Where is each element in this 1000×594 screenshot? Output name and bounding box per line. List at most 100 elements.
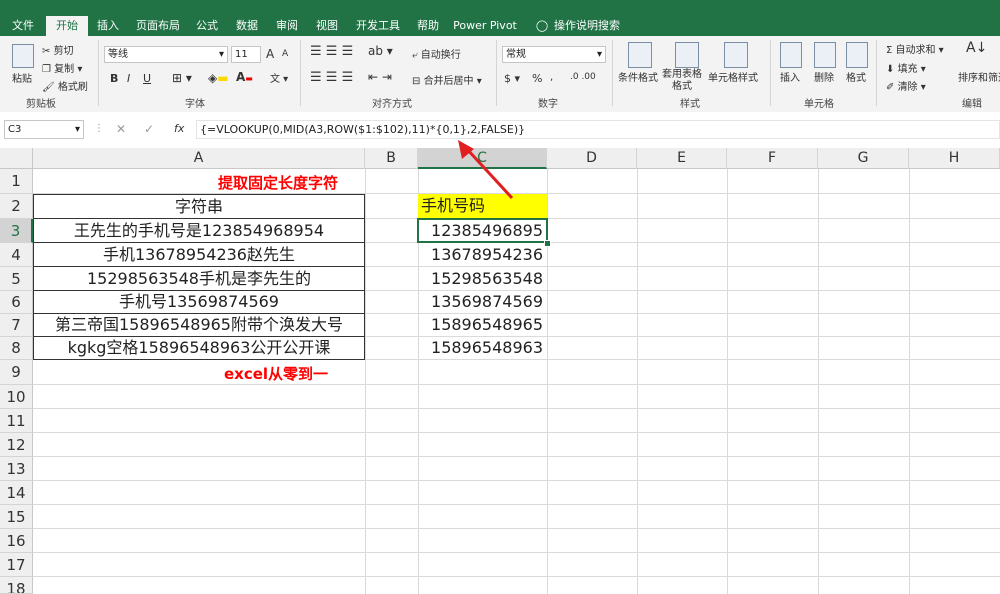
cell-c7[interactable]: 15896548965 [418, 314, 547, 336]
font-name-select[interactable]: 等线 ▾ [104, 46, 228, 63]
column-header-h[interactable]: H [909, 148, 1000, 169]
tab-data[interactable]: 数据 [228, 15, 266, 36]
insert-cells-button[interactable]: 插入 [780, 69, 800, 84]
accounting-icon[interactable]: $ ▾ [504, 72, 520, 85]
row-header-3[interactable]: 3 [0, 219, 33, 243]
increase-decimal-icon[interactable]: .0 .00 [570, 72, 596, 82]
indent-icon[interactable]: ⇤ ⇥ [368, 70, 392, 84]
phonetic-icon[interactable]: 文 ▾ [270, 70, 288, 85]
fill-handle[interactable] [544, 240, 551, 247]
cut-button[interactable]: ✂ 剪切 [42, 42, 74, 57]
bold-button[interactable]: B [110, 72, 118, 85]
select-all-corner[interactable] [0, 148, 33, 169]
format-cells-icon[interactable] [846, 42, 868, 68]
percent-button[interactable]: % [532, 72, 542, 85]
row-header-7[interactable]: 7 [0, 314, 33, 337]
row-header-12[interactable]: 12 [0, 433, 33, 457]
cell-styles-button[interactable]: 单元格样式 [708, 69, 758, 84]
copy-button[interactable]: ❐ 复制 ▾ [42, 60, 82, 75]
row-header-2[interactable]: 2 [0, 194, 33, 219]
insert-function-button[interactable]: fx [174, 122, 184, 135]
row-header-15[interactable]: 15 [0, 505, 33, 529]
paste-icon[interactable] [12, 44, 34, 68]
column-header-a[interactable]: A [33, 148, 365, 169]
table-format-icon[interactable] [675, 42, 699, 68]
formula-input[interactable]: {=VLOOKUP(0,MID(A3,ROW($1:$102),11)*{0,1… [196, 120, 1000, 139]
column-header-d[interactable]: D [547, 148, 637, 169]
cell-c4[interactable]: 13678954236 [418, 243, 547, 266]
cell-c6[interactable]: 13569874569 [418, 291, 547, 313]
row-header-5[interactable]: 5 [0, 267, 33, 291]
row-header-13[interactable]: 13 [0, 457, 33, 481]
fill-button[interactable]: ⬇ 填充 ▾ [886, 60, 926, 75]
cell-c2-header[interactable]: 手机号码 [418, 194, 547, 218]
wrap-text-button[interactable]: ⤶ 自动换行 [412, 46, 461, 61]
cell-styles-icon[interactable] [724, 42, 748, 68]
row-header-11[interactable]: 11 [0, 409, 33, 433]
tab-insert[interactable]: 插入 [90, 15, 126, 36]
tab-view[interactable]: 视图 [308, 15, 346, 36]
cell-c5[interactable]: 15298563548 [418, 267, 547, 290]
column-header-c[interactable]: C [418, 148, 547, 169]
sheet-note[interactable]: excel从零到一 [224, 363, 328, 384]
cancel-icon[interactable]: ✕ [116, 122, 126, 136]
tab-help[interactable]: 帮助 [410, 15, 446, 36]
grow-font-button[interactable]: A [266, 47, 274, 61]
column-header-f[interactable]: F [727, 148, 818, 169]
tab-developer[interactable]: 开发工具 [348, 15, 408, 36]
comma-icon[interactable]: , [550, 72, 553, 83]
clear-button[interactable]: ✐ 清除 ▾ [886, 78, 926, 93]
column-header-b[interactable]: B [365, 148, 418, 169]
cell-a6[interactable]: 手机号13569874569 [33, 291, 365, 313]
orientation-icon[interactable]: ab ▾ [368, 44, 393, 58]
cell-a8[interactable]: kgkg空格15896548963公开公开课 [33, 337, 365, 359]
fill-color-icon[interactable]: ◈▬ [208, 71, 229, 85]
row-header-18[interactable]: 18 [0, 577, 33, 594]
insert-cells-icon[interactable] [780, 42, 802, 68]
row-header-1[interactable]: 1 [0, 169, 33, 194]
table-format-button[interactable]: 套用表格格式 [662, 69, 702, 93]
enter-icon[interactable]: ✓ [144, 122, 154, 136]
font-size-select[interactable]: 11 [231, 46, 261, 63]
sort-filter-icon[interactable]: A↓ [966, 40, 987, 56]
conditional-format-icon[interactable] [628, 42, 652, 68]
cell-a4[interactable]: 手机13678954236赵先生 [33, 243, 365, 266]
italic-button[interactable]: I [127, 72, 130, 85]
autosum-button[interactable]: Σ 自动求和 ▾ [886, 41, 944, 56]
column-header-g[interactable]: G [818, 148, 909, 169]
sort-filter-button[interactable]: 排序和筛选 [958, 69, 1000, 84]
conditional-format-button[interactable]: 条件格式 [618, 69, 658, 84]
tab-home[interactable]: 开始 [46, 16, 88, 36]
row-header-4[interactable]: 4 [0, 243, 33, 267]
format-painter-button[interactable]: 🖌 格式刷 [42, 78, 88, 93]
column-header-e[interactable]: E [637, 148, 727, 169]
cell-a2-header[interactable]: 字符串 [33, 195, 365, 218]
tab-review[interactable]: 审阅 [268, 15, 306, 36]
underline-button[interactable]: U [143, 72, 151, 85]
font-color-icon[interactable]: A▬ [236, 70, 253, 84]
number-format-select[interactable]: 常规 ▾ [502, 46, 606, 63]
row-header-9[interactable]: 9 [0, 360, 33, 385]
tab-page-layout[interactable]: 页面布局 [130, 15, 186, 36]
cell-a5[interactable]: 15298563548手机是李先生的 [33, 267, 365, 290]
tab-file[interactable]: 文件 [4, 15, 42, 36]
tab-formulas[interactable]: 公式 [188, 15, 226, 36]
row-header-17[interactable]: 17 [0, 553, 33, 577]
cell-a7[interactable]: 第三帝国15896548965附带个涣发大号 [33, 314, 365, 336]
delete-cells-icon[interactable] [814, 42, 836, 68]
tell-me-search[interactable]: 操作说明搜索 [554, 15, 620, 36]
merge-center-button[interactable]: ⊟ 合并后居中 ▾ [412, 72, 482, 87]
row-header-14[interactable]: 14 [0, 481, 33, 505]
format-cells-button[interactable]: 格式 [846, 69, 866, 84]
align-top-icon[interactable]: ☰ ☰ ☰ [310, 44, 353, 59]
tab-power-pivot[interactable]: Power Pivot [452, 15, 518, 36]
cell-a3[interactable]: 王先生的手机号是123854968954 [33, 219, 365, 242]
row-header-16[interactable]: 16 [0, 529, 33, 553]
shrink-font-button[interactable]: A [282, 49, 288, 59]
borders-icon[interactable]: ⊞ ▾ [172, 71, 192, 85]
paste-button[interactable]: 粘贴 [12, 70, 32, 85]
align-left-icon[interactable]: ☰ ☰ ☰ [310, 70, 353, 85]
row-header-10[interactable]: 10 [0, 385, 33, 409]
name-box[interactable]: C3 ▾ [4, 120, 84, 139]
cell-c8[interactable]: 15896548963 [418, 337, 547, 359]
